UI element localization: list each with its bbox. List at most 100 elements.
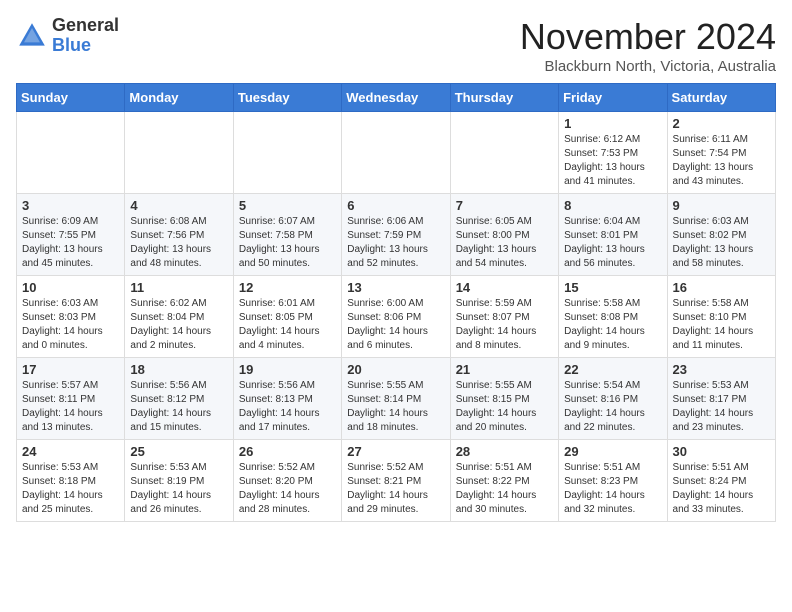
calendar-header: SundayMondayTuesdayWednesdayThursdayFrid… bbox=[17, 84, 776, 112]
calendar-cell: 30Sunrise: 5:51 AM Sunset: 8:24 PM Dayli… bbox=[667, 440, 775, 522]
day-number: 30 bbox=[673, 444, 770, 459]
day-info: Sunrise: 5:59 AM Sunset: 8:07 PM Dayligh… bbox=[456, 297, 553, 353]
day-number: 18 bbox=[130, 362, 227, 377]
calendar-cell: 10 Sunrise: 6:03 AM Sunset: 8:03 PM Dayli… bbox=[17, 276, 125, 358]
day-number: 11 bbox=[130, 280, 227, 295]
calendar-cell: 1Sunrise: 6:12 AM Sunset: 7:53 PM Daylig… bbox=[559, 112, 667, 194]
day-info: Sunrise: 6:02 AM Sunset: 8:04 PM Dayligh… bbox=[130, 297, 227, 353]
calendar-week-row: 3 Sunrise: 6:09 AM Sunset: 7:55 PM Daylig… bbox=[17, 194, 776, 276]
day-number: 3 bbox=[22, 198, 119, 213]
day-info: Sunrise: 5:55 AM Sunset: 8:14 PM Dayligh… bbox=[347, 379, 444, 435]
calendar-cell: 26Sunrise: 5:52 AM Sunset: 8:20 PM Dayli… bbox=[233, 440, 341, 522]
day-info: Sunrise: 6:03 AM Sunset: 8:03 PM Dayligh… bbox=[22, 297, 119, 353]
day-info: Sunrise: 6:05 AM Sunset: 8:00 PM Dayligh… bbox=[456, 215, 553, 271]
day-number: 25 bbox=[130, 444, 227, 459]
day-number: 22 bbox=[564, 362, 661, 377]
calendar-cell: 19Sunrise: 5:56 AM Sunset: 8:13 PM Dayli… bbox=[233, 358, 341, 440]
calendar-cell bbox=[17, 112, 125, 194]
day-number: 10 bbox=[22, 280, 119, 295]
calendar-cell: 9Sunrise: 6:03 AM Sunset: 8:02 PM Daylig… bbox=[667, 194, 775, 276]
month-title: November 2024 bbox=[520, 16, 776, 58]
title-block: November 2024 Blackburn North, Victoria,… bbox=[520, 16, 776, 75]
day-number: 16 bbox=[673, 280, 770, 295]
calendar-cell: 18 Sunrise: 5:56 AM Sunset: 8:12 PM Dayli… bbox=[125, 358, 233, 440]
calendar-cell bbox=[233, 112, 341, 194]
calendar-cell: 14 Sunrise: 5:59 AM Sunset: 8:07 PM Dayli… bbox=[450, 276, 558, 358]
day-info: Sunrise: 5:52 AM Sunset: 8:20 PM Dayligh… bbox=[239, 461, 336, 517]
calendar-week-row: 17 Sunrise: 5:57 AM Sunset: 8:11 PM Dayli… bbox=[17, 358, 776, 440]
calendar-cell: 13Sunrise: 6:00 AM Sunset: 8:06 PM Dayli… bbox=[342, 276, 450, 358]
weekday-header: Wednesday bbox=[342, 84, 450, 112]
calendar-cell: 25 Sunrise: 5:53 AM Sunset: 8:19 PM Dayli… bbox=[125, 440, 233, 522]
day-number: 23 bbox=[673, 362, 770, 377]
calendar-cell: 6 Sunrise: 6:06 AM Sunset: 7:59 PM Daylig… bbox=[342, 194, 450, 276]
day-info: Sunrise: 5:53 AM Sunset: 8:17 PM Dayligh… bbox=[673, 379, 770, 435]
day-number: 5 bbox=[239, 198, 336, 213]
logo-icon bbox=[16, 20, 48, 52]
day-number: 21 bbox=[456, 362, 553, 377]
calendar-cell: 16 Sunrise: 5:58 AM Sunset: 8:10 PM Dayli… bbox=[667, 276, 775, 358]
calendar-cell: 11 Sunrise: 6:02 AM Sunset: 8:04 PM Dayli… bbox=[125, 276, 233, 358]
day-info: Sunrise: 5:56 AM Sunset: 8:13 PM Dayligh… bbox=[239, 379, 336, 435]
day-info: Sunrise: 6:08 AM Sunset: 7:56 PM Dayligh… bbox=[130, 215, 227, 271]
calendar-cell: 12Sunrise: 6:01 AM Sunset: 8:05 PM Dayli… bbox=[233, 276, 341, 358]
weekday-header: Tuesday bbox=[233, 84, 341, 112]
logo-general: General bbox=[52, 15, 119, 35]
day-info: Sunrise: 6:01 AM Sunset: 8:05 PM Dayligh… bbox=[239, 297, 336, 353]
calendar: SundayMondayTuesdayWednesdayThursdayFrid… bbox=[16, 83, 776, 522]
calendar-cell: 27 Sunrise: 5:52 AM Sunset: 8:21 PM Dayli… bbox=[342, 440, 450, 522]
day-number: 20 bbox=[347, 362, 444, 377]
logo: General Blue bbox=[16, 16, 119, 56]
day-info: Sunrise: 5:56 AM Sunset: 8:12 PM Dayligh… bbox=[130, 379, 227, 435]
calendar-cell: 3 Sunrise: 6:09 AM Sunset: 7:55 PM Daylig… bbox=[17, 194, 125, 276]
logo-blue: Blue bbox=[52, 35, 91, 55]
calendar-week-row: 10 Sunrise: 6:03 AM Sunset: 8:03 PM Dayli… bbox=[17, 276, 776, 358]
calendar-cell bbox=[450, 112, 558, 194]
day-number: 8 bbox=[564, 198, 661, 213]
day-info: Sunrise: 5:51 AM Sunset: 8:22 PM Dayligh… bbox=[456, 461, 553, 517]
day-info: Sunrise: 6:11 AM Sunset: 7:54 PM Dayligh… bbox=[673, 133, 770, 189]
calendar-cell: 23 Sunrise: 5:53 AM Sunset: 8:17 PM Dayli… bbox=[667, 358, 775, 440]
calendar-cell: 24Sunrise: 5:53 AM Sunset: 8:18 PM Dayli… bbox=[17, 440, 125, 522]
weekday-header: Monday bbox=[125, 84, 233, 112]
calendar-cell: 21 Sunrise: 5:55 AM Sunset: 8:15 PM Dayli… bbox=[450, 358, 558, 440]
day-info: Sunrise: 6:09 AM Sunset: 7:55 PM Dayligh… bbox=[22, 215, 119, 271]
calendar-cell: 28 Sunrise: 5:51 AM Sunset: 8:22 PM Dayli… bbox=[450, 440, 558, 522]
day-number: 13 bbox=[347, 280, 444, 295]
calendar-cell: 22Sunrise: 5:54 AM Sunset: 8:16 PM Dayli… bbox=[559, 358, 667, 440]
day-info: Sunrise: 5:55 AM Sunset: 8:15 PM Dayligh… bbox=[456, 379, 553, 435]
day-info: Sunrise: 5:57 AM Sunset: 8:11 PM Dayligh… bbox=[22, 379, 119, 435]
day-number: 17 bbox=[22, 362, 119, 377]
day-info: Sunrise: 6:06 AM Sunset: 7:59 PM Dayligh… bbox=[347, 215, 444, 271]
day-number: 29 bbox=[564, 444, 661, 459]
calendar-cell: 5 Sunrise: 6:07 AM Sunset: 7:58 PM Daylig… bbox=[233, 194, 341, 276]
page-header: General Blue November 2024 Blackburn Nor… bbox=[16, 16, 776, 75]
calendar-week-row: 1Sunrise: 6:12 AM Sunset: 7:53 PM Daylig… bbox=[17, 112, 776, 194]
calendar-body: 1Sunrise: 6:12 AM Sunset: 7:53 PM Daylig… bbox=[17, 112, 776, 522]
day-number: 7 bbox=[456, 198, 553, 213]
day-number: 1 bbox=[564, 116, 661, 131]
day-number: 28 bbox=[456, 444, 553, 459]
day-info: Sunrise: 5:58 AM Sunset: 8:08 PM Dayligh… bbox=[564, 297, 661, 353]
weekday-row: SundayMondayTuesdayWednesdayThursdayFrid… bbox=[17, 84, 776, 112]
day-number: 27 bbox=[347, 444, 444, 459]
calendar-cell: 7 Sunrise: 6:05 AM Sunset: 8:00 PM Daylig… bbox=[450, 194, 558, 276]
logo-text: General Blue bbox=[52, 16, 119, 56]
weekday-header: Thursday bbox=[450, 84, 558, 112]
calendar-cell bbox=[342, 112, 450, 194]
day-number: 6 bbox=[347, 198, 444, 213]
calendar-cell: 4Sunrise: 6:08 AM Sunset: 7:56 PM Daylig… bbox=[125, 194, 233, 276]
day-info: Sunrise: 6:07 AM Sunset: 7:58 PM Dayligh… bbox=[239, 215, 336, 271]
day-info: Sunrise: 6:04 AM Sunset: 8:01 PM Dayligh… bbox=[564, 215, 661, 271]
day-info: Sunrise: 5:53 AM Sunset: 8:19 PM Dayligh… bbox=[130, 461, 227, 517]
day-info: Sunrise: 5:58 AM Sunset: 8:10 PM Dayligh… bbox=[673, 297, 770, 353]
location: Blackburn North, Victoria, Australia bbox=[520, 58, 776, 75]
day-number: 14 bbox=[456, 280, 553, 295]
weekday-header: Saturday bbox=[667, 84, 775, 112]
day-number: 9 bbox=[673, 198, 770, 213]
calendar-cell: 8 Sunrise: 6:04 AM Sunset: 8:01 PM Daylig… bbox=[559, 194, 667, 276]
day-info: Sunrise: 5:52 AM Sunset: 8:21 PM Dayligh… bbox=[347, 461, 444, 517]
calendar-cell: 15Sunrise: 5:58 AM Sunset: 8:08 PM Dayli… bbox=[559, 276, 667, 358]
calendar-cell: 29Sunrise: 5:51 AM Sunset: 8:23 PM Dayli… bbox=[559, 440, 667, 522]
calendar-cell: 20 Sunrise: 5:55 AM Sunset: 8:14 PM Dayli… bbox=[342, 358, 450, 440]
